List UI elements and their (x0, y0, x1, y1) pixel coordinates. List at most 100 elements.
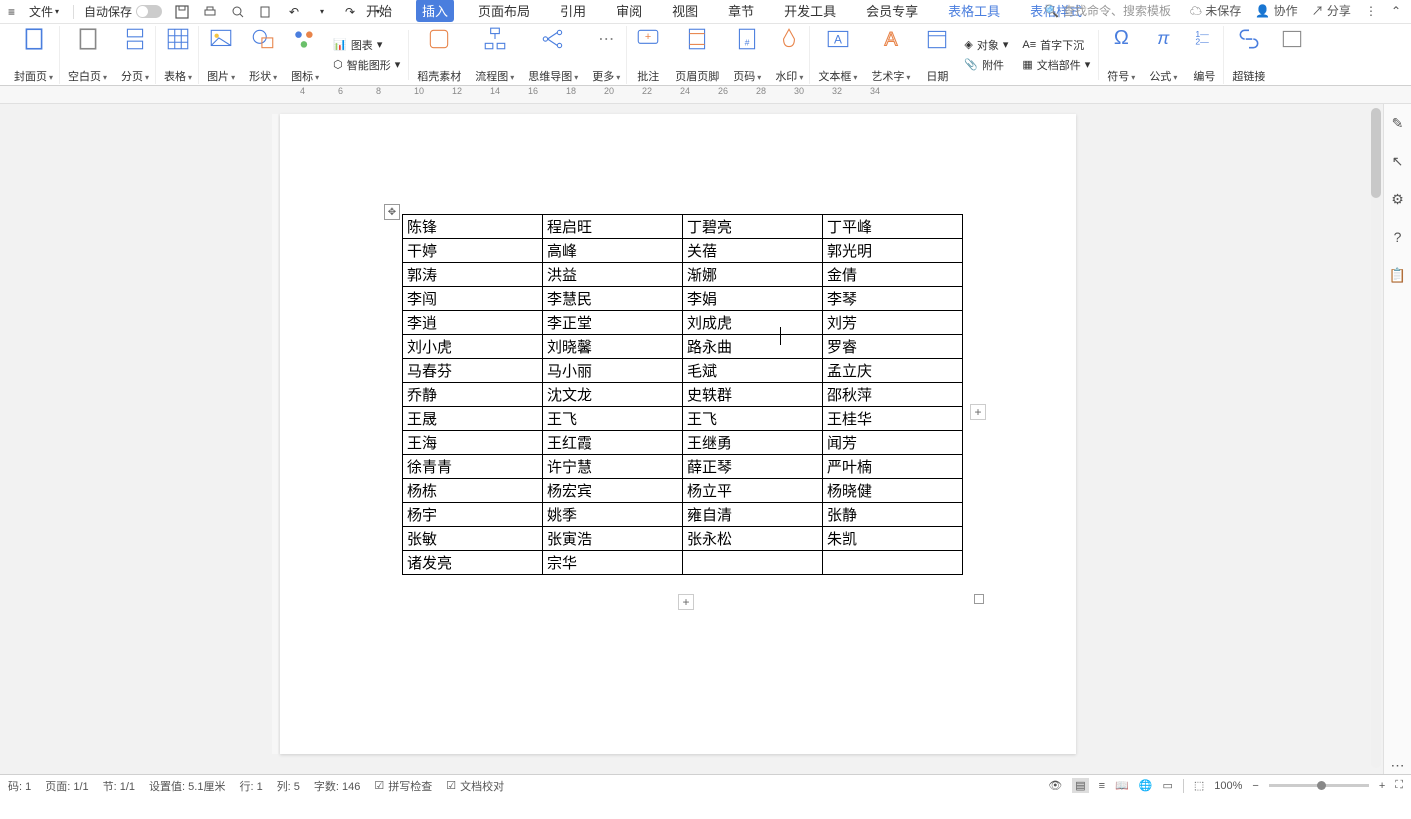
spellcheck-toggle[interactable]: ☑ 拼写检查 (374, 778, 432, 794)
reading-view-icon[interactable]: 📖 (1115, 779, 1129, 792)
table-cell[interactable]: 邵秋萍 (823, 383, 963, 407)
table-cell[interactable]: 王桂华 (823, 407, 963, 431)
table-cell[interactable]: 闻芳 (823, 431, 963, 455)
dropcap-button[interactable]: A≡ 首字下沉 (1022, 37, 1090, 53)
tab-review[interactable]: 审阅 (610, 0, 648, 22)
table-cell[interactable]: 宗华 (543, 551, 683, 575)
table-cell[interactable]: 雍自清 (683, 503, 823, 527)
table-cell[interactable]: 王飞 (683, 407, 823, 431)
vertical-ruler[interactable] (272, 114, 278, 754)
command-search[interactable]: 🔍 查找命令、搜索模板 (1044, 2, 1171, 19)
add-column-button[interactable]: + (970, 404, 986, 420)
table-cell[interactable] (683, 551, 823, 575)
attachment-button[interactable]: 📎 附件 (964, 57, 1008, 73)
table-cell[interactable]: 王晟 (403, 407, 543, 431)
object-button[interactable]: ◈ 对象 ▾ (964, 37, 1008, 53)
tab-devtools[interactable]: 开发工具 (778, 0, 842, 22)
table-cell[interactable]: 王继勇 (683, 431, 823, 455)
table-cell[interactable]: 李琴 (823, 287, 963, 311)
zoom-slider[interactable] (1269, 784, 1369, 787)
table-cell[interactable]: 刘芳 (823, 311, 963, 335)
table-cell[interactable]: 王飞 (543, 407, 683, 431)
table-cell[interactable]: 杨栋 (403, 479, 543, 503)
table-cell[interactable]: 路永曲 (683, 335, 823, 359)
table-cell[interactable]: 王海 (403, 431, 543, 455)
proofread-toggle[interactable]: ☑ 文档校对 (446, 778, 504, 794)
table-cell[interactable]: 诸发亮 (403, 551, 543, 575)
status-col[interactable]: 列: 5 (277, 778, 300, 794)
table-cell[interactable]: 沈文龙 (543, 383, 683, 407)
table-cell[interactable]: 张永松 (683, 527, 823, 551)
table-cell[interactable]: 孟立庆 (823, 359, 963, 383)
table-cell[interactable]: 姚季 (543, 503, 683, 527)
add-row-button[interactable]: + (678, 594, 694, 610)
table-cell[interactable]: 杨宇 (403, 503, 543, 527)
eye-view-icon[interactable]: 👁 (1048, 779, 1062, 792)
unsaved-status[interactable]: ☁ 未保存 (1190, 2, 1241, 19)
status-page[interactable]: 页面: 1/1 (45, 778, 88, 794)
horizontal-ruler[interactable]: 46810121416182022242628303234 (0, 86, 1411, 104)
status-wordcount[interactable]: 字数: 146 (314, 778, 360, 794)
table-cell[interactable]: 杨晓健 (823, 479, 963, 503)
table-cell[interactable]: 刘小虎 (403, 335, 543, 359)
collab-button[interactable]: 👤 协作 (1255, 2, 1297, 19)
table-cell[interactable]: 刘成虎 (683, 311, 823, 335)
table-cell[interactable]: 陈锋 (403, 215, 543, 239)
table-cell[interactable]: 渐娜 (683, 263, 823, 287)
symbol-button[interactable]: Ω符号 (1101, 26, 1141, 84)
table-cell[interactable]: 关蓓 (683, 239, 823, 263)
table-cell[interactable]: 罗睿 (823, 335, 963, 359)
table-cell[interactable] (823, 551, 963, 575)
tab-ref[interactable]: 引用 (554, 0, 592, 22)
table-cell[interactable]: 刘晓馨 (543, 335, 683, 359)
table-cell[interactable]: 李正堂 (543, 311, 683, 335)
tab-view[interactable]: 视图 (666, 0, 704, 22)
table-move-handle[interactable]: ✥ (384, 204, 400, 220)
table-cell[interactable]: 李娟 (683, 287, 823, 311)
status-page-code[interactable]: 码: 1 (8, 778, 31, 794)
table-cell[interactable]: 许宁慧 (543, 455, 683, 479)
table-cell[interactable]: 李逍 (403, 311, 543, 335)
tab-chapter[interactable]: 章节 (722, 0, 760, 22)
table-cell[interactable]: 乔静 (403, 383, 543, 407)
table-cell[interactable]: 史轶群 (683, 383, 823, 407)
tab-tabletools[interactable]: 表格工具 (942, 0, 1006, 22)
table-cell[interactable]: 马春芬 (403, 359, 543, 383)
number-button[interactable]: 1—2—编号 (1185, 26, 1224, 84)
hyperlink-button[interactable]: 超链接 (1226, 26, 1271, 84)
settings-tool-icon[interactable]: ⚙ (1389, 190, 1407, 208)
table-cell[interactable]: 程启旺 (543, 215, 683, 239)
names-table[interactable]: 陈锋程启旺丁碧亮丁平峰干婷高峰关蓓郭光明郭涛洪益渐娜金倩李闯李慧民李娟李琴李逍李… (402, 214, 963, 575)
tab-start[interactable]: 开始 (360, 0, 398, 22)
docer-button[interactable]: 稻壳素材 (411, 26, 467, 84)
clipboard-tool-icon[interactable]: 📋 (1389, 266, 1407, 284)
tab-layout[interactable]: 页面布局 (472, 0, 536, 22)
table-cell[interactable]: 干婷 (403, 239, 543, 263)
table-cell[interactable]: 郭光明 (823, 239, 963, 263)
table-cell[interactable]: 高峰 (543, 239, 683, 263)
fit-width-icon[interactable]: ⬚ (1194, 779, 1204, 792)
table-cell[interactable]: 丁平峰 (823, 215, 963, 239)
comment-button[interactable]: +批注 (629, 26, 667, 84)
blank-page-button[interactable]: 空白页 (62, 26, 113, 84)
tab-member[interactable]: 会员专享 (860, 0, 924, 22)
more-menu-icon[interactable]: ⋮ (1365, 4, 1377, 18)
shape-button[interactable]: 形状 (243, 26, 283, 84)
table-cell[interactable]: 严叶楠 (823, 455, 963, 479)
focus-view-icon[interactable]: ▭ (1162, 779, 1172, 792)
docparts-button[interactable]: ▦ 文档部件 ▾ (1022, 57, 1090, 73)
table-resize-handle[interactable] (974, 594, 984, 604)
table-cell[interactable]: 王红霞 (543, 431, 683, 455)
watermark-button[interactable]: 水印 (769, 26, 810, 84)
pagenum-button[interactable]: #页码 (727, 26, 767, 84)
table-cell[interactable]: 朱凯 (823, 527, 963, 551)
help-tool-icon[interactable]: ? (1389, 228, 1407, 246)
zoom-out-button[interactable]: − (1252, 780, 1258, 792)
zoom-in-button[interactable]: + (1379, 780, 1385, 792)
flowchart-button[interactable]: 流程图 (469, 26, 520, 84)
textbox-button[interactable]: A文本框 (812, 26, 863, 84)
status-section[interactable]: 节: 1/1 (103, 778, 135, 794)
select-tool-icon[interactable]: ↖ (1389, 152, 1407, 170)
zoom-value[interactable]: 100% (1214, 780, 1242, 792)
status-position[interactable]: 设置值: 5.1厘米 (149, 778, 225, 794)
